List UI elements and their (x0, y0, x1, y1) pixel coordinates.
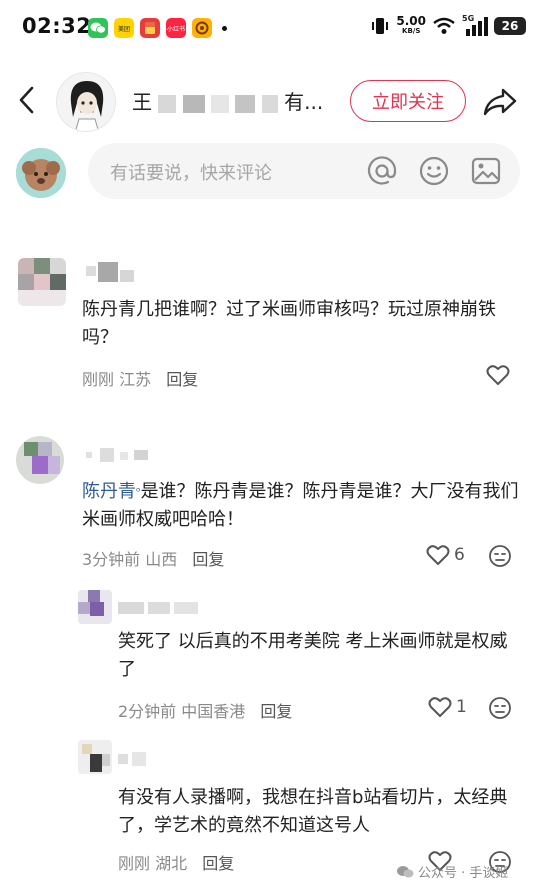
heart-icon (428, 697, 452, 717)
back-button[interactable] (8, 80, 44, 120)
comment-meta: 2分钟前 中国香港 回复 (118, 698, 292, 722)
comment-meta: 刚刚 湖北 回复 (118, 850, 234, 874)
post-header: 王 有... 立即关注 (0, 62, 544, 142)
commenter-avatar[interactable] (78, 590, 112, 624)
reply-item: 有没有人录播啊，我想在抖音b站看切片，太经典了，学艺术的竟然不知道这号人 刚刚 … (0, 738, 544, 878)
mention-link[interactable]: 陈丹青 (82, 481, 136, 502)
follow-button[interactable]: 立即关注 (350, 80, 466, 122)
reply-item: 笑死了 以后真的不用考美院 考上米画师就是权威了 2分钟前 中国香港 回复 1 (0, 588, 544, 728)
status-bar: 02:32 美团 小红书 5.00 KB/S 5G 26 (0, 0, 544, 58)
comment-location: 江苏 (119, 370, 152, 389)
wechat-icon (88, 18, 108, 38)
emoji-button[interactable] (418, 155, 450, 187)
comment-text: 陈丹青几把谁啊？过了米画师审核吗？玩过原神崩铁吗？ (82, 299, 496, 348)
comment-item: 陈丹青几把谁啊？过了米画师审核吗？玩过原神崩铁吗？ 刚刚 江苏 回复 (0, 250, 544, 400)
censored-name-block (235, 94, 256, 113)
commenter-name-censored[interactable] (118, 750, 158, 770)
comment-text: 有没有人录播啊，我想在抖音b站看切片，太经典了，学艺术的竟然不知道这号人 (118, 787, 508, 836)
like-button[interactable]: 6 (426, 544, 465, 566)
meituan-icon: 美团 (114, 18, 134, 38)
like-count: 6 (454, 545, 465, 565)
censored-name-block (261, 94, 278, 113)
battery-indicator: 26 (494, 17, 526, 35)
heart-icon (486, 365, 510, 385)
heart-icon (426, 545, 450, 565)
dislike-button[interactable] (488, 544, 512, 572)
image-button[interactable] (470, 155, 502, 187)
comment-time: 刚刚 (118, 854, 151, 873)
comment-location: 中国香港 (181, 702, 246, 721)
taobao-icon (192, 18, 212, 38)
wechat-official-account-icon (397, 865, 414, 877)
status-time: 02:32 (22, 14, 92, 38)
my-avatar[interactable] (16, 148, 66, 198)
like-button[interactable]: 1 (428, 696, 467, 718)
mention-button[interactable] (366, 155, 398, 187)
dislike-button[interactable] (488, 696, 512, 724)
comment-composer: 有话要说，快来评论 (0, 140, 544, 204)
reply-button[interactable]: 回复 (166, 370, 198, 389)
commenter-name-censored[interactable] (118, 598, 204, 618)
commenter-name-censored[interactable] (86, 446, 150, 466)
chevron-left-icon (19, 86, 34, 114)
commenter-avatar[interactable] (16, 436, 64, 484)
wifi-icon (433, 17, 455, 34)
commenter-avatar[interactable] (78, 740, 112, 774)
comment-text: 笑死了 以后真的不用考美院 考上米画师就是权威了 (118, 631, 508, 680)
censored-name-block (211, 94, 230, 113)
vibrate-icon (372, 18, 389, 34)
like-count: 1 (456, 697, 467, 717)
comment-location: 山西 (145, 550, 178, 569)
reply-button[interactable]: 回复 (260, 702, 292, 721)
reply-button[interactable]: 回复 (192, 550, 224, 569)
status-right: 5.00 KB/S 5G 26 (370, 14, 526, 36)
comment-meta: 3分钟前 山西 回复 (82, 546, 224, 570)
redpacket-icon (140, 18, 160, 38)
author-avatar[interactable] (56, 72, 116, 132)
like-button[interactable] (486, 364, 510, 386)
network-speed: 5.00 KB/S (396, 14, 426, 35)
status-app-icons: 美团 小红书 (88, 18, 227, 38)
share-button[interactable] (480, 82, 520, 122)
comment-meta: 刚刚 江苏 回复 (82, 366, 198, 390)
reply-button[interactable]: 回复 (202, 854, 234, 873)
comment-text: 陈丹青ᵒ是谁？陈丹青是谁？陈丹青是谁？大厂没有我们米画师权威吧哈哈！ (82, 481, 519, 530)
censored-name-block (158, 94, 177, 113)
comment-time: 3分钟前 (82, 550, 141, 569)
censored-name-block (182, 94, 205, 113)
comment-time: 刚刚 (82, 370, 115, 389)
xiaohongshu-icon: 小红书 (166, 18, 186, 38)
at-icon (367, 156, 397, 185)
dislike-face-icon (489, 697, 511, 719)
more-notifications-dot (222, 25, 227, 31)
commenter-avatar[interactable] (18, 258, 66, 306)
commenter-name-censored[interactable] (86, 262, 146, 282)
dislike-face-icon (489, 545, 511, 567)
signal-5g: 5G (462, 14, 488, 36)
emoji-icon (419, 156, 449, 186)
comment-input-placeholder: 有话要说，快来评论 (110, 163, 272, 184)
comment-location: 湖北 (155, 854, 188, 873)
image-icon (471, 157, 501, 185)
author-name[interactable]: 王 有... (132, 86, 323, 115)
comment-item: 陈丹青ᵒ是谁？陈丹青是谁？陈丹青是谁？大厂没有我们米画师权威吧哈哈！ 3分钟前 … (0, 430, 544, 580)
comment-time: 2分钟前 (118, 702, 177, 721)
comment-input[interactable]: 有话要说，快来评论 (88, 143, 520, 199)
watermark: 公众号 · 手谈姬 (396, 862, 508, 881)
share-icon (483, 88, 517, 116)
